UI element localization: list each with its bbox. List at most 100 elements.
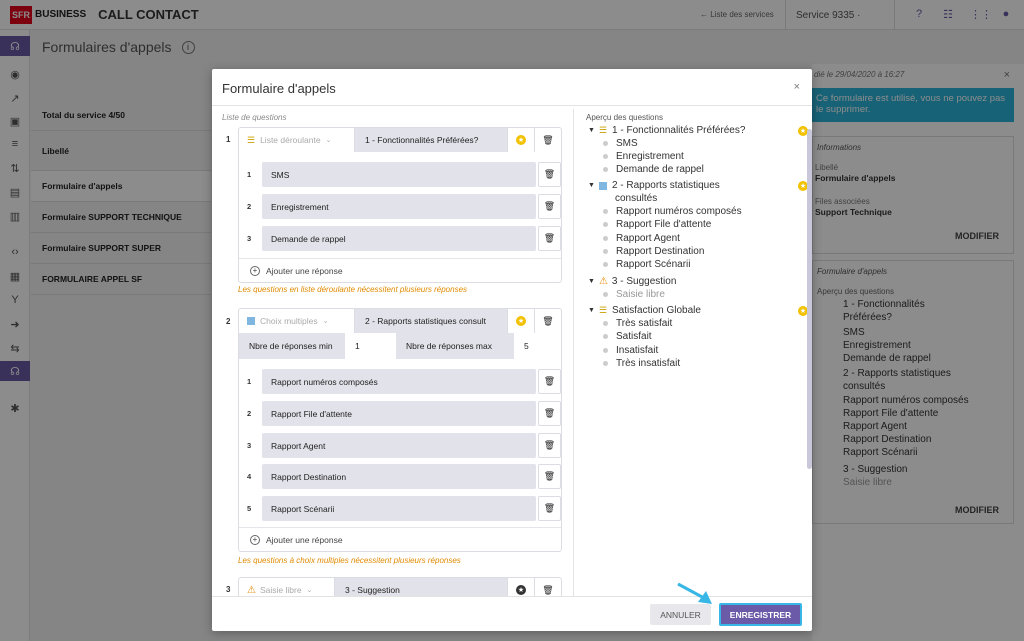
min-label: Nbre de réponses min [239, 333, 345, 359]
question-card-1: ☰ Liste déroulante ⌄ 1 - Fonctionnalités P… [238, 127, 562, 283]
answer-input[interactable]: SMS [262, 162, 536, 187]
trash-icon: 🗑 [543, 408, 556, 418]
preview-answer: Insatisfait [603, 345, 658, 356]
trash-icon: 🗑 [543, 233, 556, 243]
preview-answer: Satisfait [603, 331, 652, 342]
preview-answer: Rapport Destination [603, 246, 704, 257]
plus-icon: + [250, 535, 260, 545]
answer-row: 2 Rapport File d'attente 🗑 [239, 401, 561, 426]
star-icon: ★ [516, 135, 526, 145]
questions-label: Liste de questions [222, 113, 287, 122]
delete-question-button[interactable]: 🗑 [534, 309, 561, 333]
preview-answer: Demande de rappel [603, 164, 704, 175]
question-card-3: ⚠ Saisie libre ⌄ 3 - Suggestion ★ 🗑 [238, 577, 562, 596]
close-icon[interactable]: × [794, 81, 800, 93]
answer-input[interactable]: Enregistrement [262, 194, 536, 219]
answer-row: 2 Enregistrement 🗑 [239, 194, 561, 219]
preview-label: Aperçu des questions [586, 113, 663, 122]
star-button[interactable]: ★ [507, 578, 534, 596]
question-card-2: Choix multiples ⌄ 2 - Rapports statistiqu… [238, 308, 562, 552]
questions-preview: Aperçu des questions ▼ ☰ 1 - Fonctionnalit… [573, 109, 812, 596]
max-label: Nbre de réponses max [396, 333, 514, 359]
delete-question-button[interactable]: 🗑 [534, 128, 561, 152]
save-button[interactable]: ENREGISTRER [719, 603, 802, 626]
question-title-input[interactable]: 3 - Suggestion [335, 578, 507, 596]
preview-answer: Rapport File d'attente [603, 219, 711, 230]
question-type-select[interactable]: ☰ Liste déroulante ⌄ [239, 128, 355, 152]
answer-input[interactable]: Rapport numéros composés [262, 369, 536, 394]
trash-icon: 🗑 [542, 134, 554, 145]
trash-icon: 🗑 [542, 584, 554, 595]
delete-answer-button[interactable]: 🗑 [538, 369, 561, 394]
answer-row: 3 Rapport Agent 🗑 [239, 433, 561, 458]
preview-answer: Saisie libre [603, 289, 665, 300]
star-icon: ★ [516, 316, 526, 326]
answer-input[interactable]: Rapport Agent [262, 433, 536, 458]
question-number: 3 [226, 585, 231, 594]
chevron-down-icon: ⌄ [322, 318, 329, 325]
preview-answer: Très satisfait [603, 318, 672, 329]
trash-icon: 🗑 [543, 376, 556, 386]
answer-input[interactable]: Rapport File d'attente [262, 401, 536, 426]
preview-answer: Rapport numéros composés [603, 206, 742, 217]
preview-answer: Enregistrement [603, 151, 684, 162]
delete-answer-button[interactable]: 🗑 [538, 401, 561, 426]
delete-question-button[interactable]: 🗑 [534, 578, 561, 596]
question-title-input[interactable]: 1 - Fonctionnalités Préférées? [355, 128, 507, 152]
question-number: 1 [226, 135, 231, 144]
question-hint: Les questions à choix multiples nécessit… [238, 556, 461, 565]
preview-scrollbar[interactable] [807, 129, 812, 469]
preview-question-2: ▼ 2 - Rapports statistiques [588, 180, 720, 191]
triangle-down-icon: ▼ [588, 278, 595, 285]
warning-icon: ⚠ [598, 276, 608, 287]
cancel-button[interactable]: ANNULER [650, 604, 711, 625]
answer-input[interactable]: Rapport Destination [262, 464, 536, 489]
questions-editor: Liste de questions 1 ☰ Liste déroulante ⌄ … [212, 109, 572, 596]
preview-question-1: ▼ ☰ 1 - Fonctionnalités Préférées? [588, 125, 746, 136]
divider [212, 105, 812, 106]
delete-answer-button[interactable]: 🗑 [538, 226, 561, 251]
triangle-down-icon: ▼ [588, 307, 595, 314]
preview-question-4: ▼ ☰ Satisfaction Globale [588, 305, 701, 316]
preview-question-3: ▼ ⚠ 3 - Suggestion [588, 276, 677, 287]
delete-answer-button[interactable]: 🗑 [538, 194, 561, 219]
delete-answer-button[interactable]: 🗑 [538, 464, 561, 489]
checkbox-icon [598, 181, 607, 190]
trash-icon: 🗑 [543, 471, 556, 481]
answer-row: 3 Demande de rappel 🗑 [239, 226, 561, 251]
delete-answer-button[interactable]: 🗑 [538, 162, 561, 187]
delete-answer-button[interactable]: 🗑 [538, 433, 561, 458]
chevron-down-icon: ⌄ [325, 137, 332, 144]
checkbox-icon [247, 317, 255, 325]
question-hint: Les questions en liste déroulante nécess… [238, 285, 468, 294]
list-icon: ☰ [247, 134, 256, 145]
max-responses-input[interactable]: 5 [514, 333, 561, 359]
preview-answer: Rapport Scénarii [603, 259, 690, 270]
trash-icon: 🗑 [543, 169, 556, 179]
delete-answer-button[interactable]: 🗑 [538, 496, 561, 521]
answer-row: 4 Rapport Destination 🗑 [239, 464, 561, 489]
modal-footer: ANNULER ENREGISTRER [212, 596, 812, 631]
answer-input[interactable]: Demande de rappel [262, 226, 536, 251]
trash-icon: 🗑 [543, 440, 556, 450]
list-icon: ☰ [598, 305, 608, 315]
trash-icon: 🗑 [542, 315, 554, 326]
question-type-select[interactable]: Choix multiples ⌄ [239, 309, 355, 333]
min-responses-input[interactable]: 1 [345, 333, 396, 359]
answer-input[interactable]: Rapport Scénarii [262, 496, 536, 521]
warning-icon: ⚠ [247, 584, 256, 596]
add-answer-button[interactable]: + Ajouter une réponse [239, 527, 561, 552]
answer-row: 5 Rapport Scénarii 🗑 [239, 496, 561, 521]
star-button[interactable]: ★ [507, 128, 534, 152]
pointer-arrow-icon [677, 582, 712, 604]
plus-icon: + [250, 266, 260, 276]
question-type-select[interactable]: ⚠ Saisie libre ⌄ [239, 578, 335, 596]
add-answer-button[interactable]: + Ajouter une réponse [239, 258, 561, 283]
star-button[interactable]: ★ [507, 309, 534, 333]
preview-question-2-cont: consultés [615, 193, 658, 204]
triangle-down-icon: ▼ [588, 127, 595, 134]
chevron-down-icon: ⌄ [306, 587, 313, 594]
question-title-input[interactable]: 2 - Rapports statistiques consult [355, 309, 507, 333]
preview-answer: Rapport Agent [603, 233, 680, 244]
list-icon: ☰ [598, 125, 608, 135]
